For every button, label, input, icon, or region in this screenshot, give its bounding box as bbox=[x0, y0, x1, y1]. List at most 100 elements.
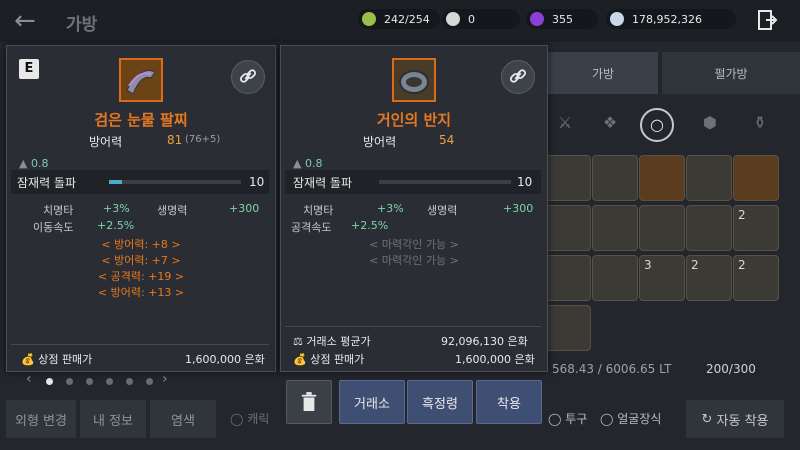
sub-stat-label: 치명타 bbox=[43, 204, 74, 217]
pager-dot[interactable] bbox=[106, 378, 113, 385]
toggle-helmet[interactable]: ◯ 투구 bbox=[548, 410, 587, 427]
ring-category-icon[interactable]: ○ bbox=[640, 108, 674, 142]
silver-icon bbox=[610, 12, 624, 26]
money-bag-icon: 💰 bbox=[293, 353, 311, 366]
sell-price-label: 상점 판매가 bbox=[310, 353, 365, 366]
sell-price-label: 상점 판매가 bbox=[38, 353, 93, 366]
slot-count: 3 bbox=[644, 258, 652, 272]
stat-value: 54 bbox=[439, 133, 455, 147]
sell-price-value: 1,600,000 은화 bbox=[455, 353, 535, 366]
marketplace-button[interactable]: 거래소 bbox=[339, 380, 405, 424]
dye-label: 염색 bbox=[171, 413, 195, 429]
limit-break-bar bbox=[109, 180, 241, 184]
tab-pearl-bag[interactable]: 펄가방 bbox=[662, 52, 800, 94]
divider bbox=[285, 326, 541, 327]
sell-price-value: 1,600,000 은화 bbox=[185, 353, 265, 366]
ring-item-icon bbox=[392, 58, 436, 102]
toggle-circle-icon: ◯ bbox=[600, 412, 618, 426]
inventory-slot[interactable]: 2 bbox=[733, 205, 779, 251]
pager-dot[interactable] bbox=[146, 378, 153, 385]
toggle-face[interactable]: ◯ 얼굴장식 bbox=[600, 410, 661, 427]
toggle-character-label: 캐릭 bbox=[247, 412, 270, 426]
pager-dot[interactable] bbox=[126, 378, 133, 385]
market-price-row: ⚖ 거래소 평균가 bbox=[293, 333, 371, 349]
armor-category-icon[interactable]: ❖ bbox=[595, 108, 625, 138]
gem-value: 355 bbox=[552, 12, 573, 26]
appearance-button[interactable]: 외형 변경 bbox=[6, 400, 76, 438]
back-arrow-icon[interactable]: ← bbox=[14, 6, 36, 36]
inventory-slot[interactable] bbox=[733, 155, 779, 201]
inventory-slot[interactable] bbox=[592, 155, 638, 201]
stat-breakdown: (76+5) bbox=[185, 134, 221, 145]
inventory-slot[interactable]: 2 bbox=[733, 255, 779, 301]
my-info-button[interactable]: 내 정보 bbox=[80, 400, 146, 438]
inventory-slot[interactable] bbox=[545, 255, 591, 301]
sub-stat-label: 공격속도 bbox=[291, 221, 332, 234]
sub-stat-label: 생명력 bbox=[157, 204, 188, 217]
limit-break-value: 10 bbox=[517, 175, 533, 189]
pager-next-icon[interactable]: › bbox=[162, 371, 168, 387]
limit-break-value: 10 bbox=[249, 175, 265, 189]
refresh-icon: ↻ bbox=[701, 411, 717, 427]
item-weight: ▲ 0.8 bbox=[19, 157, 48, 170]
pager-dot[interactable] bbox=[66, 378, 73, 385]
silver-value: 178,952,326 bbox=[632, 12, 702, 26]
gem-category-icon[interactable]: ⬢ bbox=[695, 108, 725, 138]
exit-icon[interactable] bbox=[756, 9, 778, 31]
sub-stat-value: +300 bbox=[503, 202, 534, 215]
inventory-slot[interactable]: 3 bbox=[639, 255, 685, 301]
link-button[interactable] bbox=[231, 60, 265, 94]
toggle-circle-icon: ◯ bbox=[230, 412, 248, 426]
inventory-slot[interactable] bbox=[545, 305, 591, 351]
inventory-slot[interactable] bbox=[592, 255, 638, 301]
link-button[interactable] bbox=[501, 60, 535, 94]
auto-equip-button[interactable]: ↻ 자동 착용 bbox=[686, 400, 784, 438]
sub-stat-label: 이동속도 bbox=[33, 221, 74, 234]
item-weight-value: 0.8 bbox=[30, 157, 49, 170]
inventory-slot[interactable] bbox=[545, 155, 591, 201]
stat-label: 방어력 bbox=[363, 135, 397, 149]
equip-button[interactable]: 착용 bbox=[476, 380, 542, 424]
auto-equip-label: 자동 착용 bbox=[716, 413, 769, 429]
toggle-face-label: 얼굴장식 bbox=[617, 412, 662, 426]
tab-bag[interactable]: 가방 bbox=[548, 52, 658, 94]
pager-prev-icon[interactable]: ‹ bbox=[26, 371, 32, 387]
limit-break-row: 잠재력 돌파 10 bbox=[285, 170, 541, 194]
sub-stat-label: 치명타 bbox=[303, 204, 334, 217]
compare-item-card: 거인의 반지 방어력 54 ▲ 0.8 잠재력 돌파 10 치명타 +3% 생명… bbox=[280, 45, 548, 372]
black-spirit-label: 흑정령 bbox=[422, 396, 458, 412]
gem-icon bbox=[530, 12, 544, 26]
black-spirit-button[interactable]: 흑정령 bbox=[407, 380, 473, 424]
inventory-slot[interactable] bbox=[686, 155, 732, 201]
limit-break-row: 잠재력 돌파 10 bbox=[11, 170, 269, 194]
stat-value: 81 bbox=[167, 133, 183, 147]
toggle-character[interactable]: ◯ 캐릭 bbox=[230, 410, 269, 427]
slot-count: 2 bbox=[738, 258, 746, 272]
dye-button[interactable]: 염색 bbox=[150, 400, 216, 438]
limit-break-label: 잠재력 돌파 bbox=[17, 175, 77, 190]
bonus-line: < 방어력: +13 > bbox=[97, 286, 185, 299]
inventory-slot[interactable] bbox=[686, 205, 732, 251]
pager-dot[interactable] bbox=[86, 378, 93, 385]
link-icon bbox=[509, 69, 527, 83]
delete-button[interactable] bbox=[286, 380, 332, 424]
stamina-value: 242/254 bbox=[384, 12, 430, 26]
pager-dot-active[interactable] bbox=[46, 378, 53, 385]
market-price-label: 거래소 평균가 bbox=[306, 335, 371, 348]
weight-icon: ▲ bbox=[19, 157, 31, 170]
link-icon bbox=[239, 69, 257, 83]
inventory-slot[interactable] bbox=[545, 205, 591, 251]
sub-stat-value: +3% bbox=[103, 202, 130, 215]
inventory-slot[interactable]: 2 bbox=[686, 255, 732, 301]
sell-price-row: 💰 상점 판매가 bbox=[293, 351, 364, 367]
inventory-slot[interactable] bbox=[639, 205, 685, 251]
weight-readout: 568.43 / 6006.65 LT bbox=[552, 362, 672, 376]
page-title: 가방 bbox=[66, 15, 98, 35]
divider bbox=[11, 344, 269, 345]
marketplace-label: 거래소 bbox=[354, 396, 390, 412]
weapon-category-icon[interactable]: ⚔ bbox=[550, 108, 580, 138]
inventory-slot[interactable] bbox=[592, 205, 638, 251]
inventory-slot[interactable] bbox=[639, 155, 685, 201]
potion-category-icon[interactable]: ⚱ bbox=[745, 108, 775, 138]
item-weight-value: 0.8 bbox=[304, 157, 323, 170]
